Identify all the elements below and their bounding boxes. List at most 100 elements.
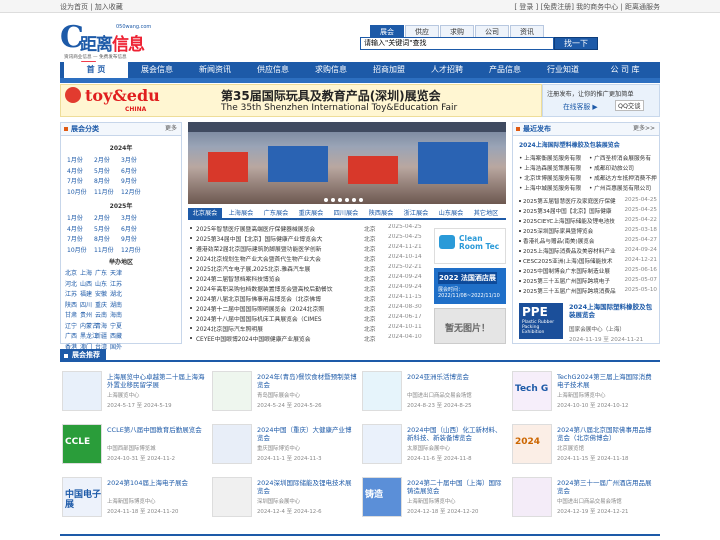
expo-row[interactable]: 2025第34届中国【北京】国际健康产业博览会大 北京 2025-04-25 (188, 234, 428, 244)
expo-card[interactable]: 2024深圳国际储能及锂电技术展览会 深圳国际会展中心 2024-12-4 至 20… (212, 477, 358, 519)
search-tab-expo[interactable]: 展会 (370, 25, 404, 37)
expo-card[interactable]: 2024中国（重庆）大健康产业博览会 重庆国际博览中心 2024-11-1 至 20… (212, 424, 358, 466)
region-link[interactable]: 北京 (65, 268, 77, 277)
month-link[interactable]: 8月份 (94, 234, 110, 243)
month-link[interactable]: 11月份 (94, 245, 114, 254)
site-logo[interactable]: C 距离信息网 050wang.com 资讯商业信息 — 免费发布信息 (60, 20, 151, 81)
expo-row[interactable]: 2024北京规划生物产业大会暨首代生物产业大会 北京 2024-10-14 (188, 254, 428, 264)
search-button[interactable]: 找一下 (554, 37, 598, 50)
category-more-link[interactable]: 更多 (165, 123, 177, 135)
latest-row[interactable]: 2025CIEYC上海国际储能及锂电池技 2025-04-22 (519, 217, 657, 227)
nav-buy[interactable]: 求购信息 (302, 62, 360, 78)
online-service-link[interactable]: 在线客服 ▶ (563, 101, 598, 111)
region-link[interactable]: 甘肃 (65, 310, 77, 319)
region-link[interactable]: 广东 (95, 268, 107, 277)
expo-row[interactable]: 2024第八届北京国际佛事用品博览会（北京佛博 北京 2024-11-15 (188, 294, 428, 304)
region-link[interactable]: 山西 (80, 279, 92, 288)
expo-name[interactable]: 2024北京规划生物产业大会暨首代生物产业大会 (196, 254, 321, 263)
month-link[interactable]: 12月份 (121, 245, 141, 254)
expo-card-title[interactable]: 2024中国（山西）化工新材料、新科技、新装备博览会 (407, 426, 507, 442)
latest-name[interactable]: 2025第34届中国【北京】国际健康 (523, 207, 611, 215)
ppe-logo[interactable]: PPE Plastic Rubber Packing Exhibition (519, 303, 563, 339)
expo-card-thumb[interactable]: Tech G (512, 371, 552, 411)
expo-row[interactable]: 2025北京汽车电子展,2025北京.雅森汽车展 北京 2025-02-21 (188, 264, 428, 274)
expo-row[interactable]: 2025年智慧医疗展暨高端医疗保健器械展览会 北京 2025-04-25 (188, 224, 428, 234)
month-link[interactable]: 7月份 (67, 234, 83, 243)
expo-card-title[interactable]: 2024第八届北京国际佛事用品博览会（北京佛博会） (557, 426, 657, 442)
latest-name[interactable]: 2025第三十五届广州国际跨境电子 (523, 277, 610, 285)
month-link[interactable]: 11月份 (94, 187, 114, 196)
nav-expo[interactable]: 展会信息 (128, 62, 186, 78)
expo-row[interactable]: 2024北京国际汽车照明展 北京 2024-10-11 (188, 324, 428, 334)
latest-name[interactable]: 2025深圳国际家具暨博览会 (523, 227, 593, 235)
latest-name[interactable]: 香港礼品与赠品(南美)展览会 (523, 237, 595, 245)
tab-beijing[interactable]: 北京展会 (188, 208, 222, 220)
region-link[interactable]: 广西 (65, 331, 77, 340)
month-link[interactable]: 1月份 (67, 213, 83, 222)
expo-name[interactable]: 2025第34届中国【北京】国际健康产业博览会大 (196, 234, 322, 243)
toy-fair-banner[interactable]: toy&edu CHINA 第35届国际玩具及教育产品(深圳)展览会 The 3… (60, 84, 542, 117)
nav-home[interactable]: 首 页 (64, 62, 128, 78)
month-link[interactable]: 12月份 (121, 187, 141, 196)
featured-title[interactable]: 2024上海国际塑料橡胶及包装展览会 (569, 303, 657, 319)
latest-row[interactable]: 2025深圳国际家具暨博览会 2025-03-18 (519, 227, 657, 237)
ad-clean-room[interactable]: Clean Room Tec (434, 228, 506, 264)
expo-name[interactable]: 2024第十八届中国国际机床工具展览会（CIMES (196, 314, 322, 323)
month-link[interactable]: 5月份 (94, 224, 110, 233)
region-link[interactable]: 安徽 (95, 289, 107, 298)
latest-name[interactable]: 2025中国制博会广东国际制造业展 (523, 267, 610, 275)
expo-row[interactable]: 2024年高职采购包档数据装置博览会暨高校后勤餐饮 北京 2024-09-24 (188, 284, 428, 294)
expo-card-title[interactable]: 2024第104届上海电子展会 (107, 479, 207, 487)
month-link[interactable]: 10月份 (67, 245, 87, 254)
nav-knowhow[interactable]: 行业知道 (534, 62, 592, 78)
expo-name[interactable]: 2024北京国际汽车照明展 (196, 324, 263, 333)
region-link[interactable]: 湖北 (110, 289, 122, 298)
latest-row[interactable]: 2025第五届智慧医疗及家庭医疗保健 2025-04-25 (519, 197, 657, 207)
nav-supply[interactable]: 供应信息 (244, 62, 302, 78)
month-link[interactable]: 4月份 (67, 166, 83, 175)
month-link[interactable]: 6月份 (121, 166, 137, 175)
region-link[interactable]: 海南 (110, 310, 122, 319)
tab-shaanxi[interactable]: 陕西展会 (364, 208, 398, 220)
expo-row[interactable]: 遵港劲荣2届北京国际建筑防脚展暨功能医学创新 北京 2024-11-21 (188, 244, 428, 254)
expo-card[interactable]: 2024 2024第八届北京国际佛事用品博览会（北京佛博会） 北京展览馆 2024-1… (512, 424, 658, 466)
latest-name[interactable]: 2025上海国际消费品及美容材料产业 (523, 247, 616, 255)
expo-card-title[interactable]: 2024深圳国际储能及锂电技术展览会 (257, 479, 357, 495)
latest-row[interactable]: CESC2025亚洲(上海)国际储能技术 2024-12-21 (519, 257, 657, 267)
month-link[interactable]: 9月份 (121, 234, 137, 243)
region-link[interactable]: 福建 (80, 289, 92, 298)
region-link[interactable]: 贵州 (80, 310, 92, 319)
tab-guangdong[interactable]: 广东展会 (259, 208, 293, 220)
expo-name[interactable]: CEYEE中国眼博2024中国眼健康产业展览会 (196, 334, 311, 343)
region-link[interactable]: 云南 (95, 310, 107, 319)
latest-row[interactable]: 香港礼品与赠品(南美)展览会 2025-04-27 (519, 237, 657, 247)
expo-row[interactable]: 2024第二届智慧档案科技博览会 北京 2024-09-24 (188, 274, 428, 284)
expo-card-thumb[interactable]: CCLE (62, 424, 102, 464)
expo-card-thumb[interactable]: 中国电子展 (62, 477, 102, 517)
expo-card-title[interactable]: 上海展览中心卓越第二十届上海海外置业移民留学展 (107, 373, 207, 389)
month-link[interactable]: 10月份 (67, 187, 87, 196)
region-link[interactable]: 辽宁 (65, 321, 77, 330)
expo-card-title[interactable]: TechG2024第三届上海国际消费电子技术展 (557, 373, 657, 389)
region-link[interactable]: 四川 (80, 300, 92, 309)
nav-products[interactable]: 产品信息 (476, 62, 534, 78)
expo-name[interactable]: 2024第二届智慧档案科技博览会 (196, 274, 280, 283)
nav-news[interactable]: 新闻资讯 (186, 62, 244, 78)
expo-row[interactable]: 2024第十八届中国国际机床工具展览会（CIMES 北京 2024-06-17 (188, 314, 428, 324)
month-link[interactable]: 3月份 (121, 213, 137, 222)
company-link[interactable]: • 广州百惠展览有限公司 (589, 183, 651, 192)
search-tab-company[interactable]: 公司 (475, 25, 509, 37)
expo-hall-photo[interactable] (188, 122, 506, 204)
month-link[interactable]: 6月份 (121, 224, 137, 233)
month-link[interactable]: 8月份 (94, 176, 110, 185)
latest-row[interactable]: 2025第三十五届广州国际跨境电子 2025-05-07 (519, 277, 657, 287)
expo-name[interactable]: 2025北京汽车电子展,2025北京.雅森汽车展 (196, 264, 310, 273)
search-tab-supply[interactable]: 供应 (405, 25, 439, 37)
month-link[interactable]: 3月份 (121, 155, 137, 164)
company-link[interactable]: • 上海中城展览服务有限 (519, 183, 581, 192)
tab-chongqing[interactable]: 重庆展会 (294, 208, 328, 220)
latest-subtitle[interactable]: 2024上海国际塑料橡胶及包装展览会 (519, 140, 620, 149)
region-link[interactable]: 江苏 (110, 279, 122, 288)
region-link[interactable]: 江苏 (65, 289, 77, 298)
tab-shandong[interactable]: 山东展会 (434, 208, 468, 220)
